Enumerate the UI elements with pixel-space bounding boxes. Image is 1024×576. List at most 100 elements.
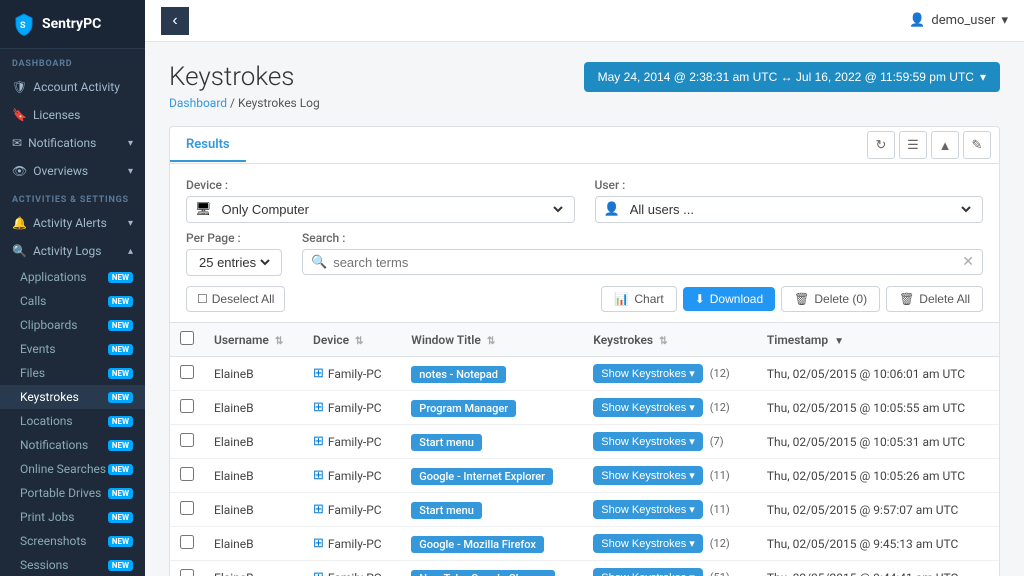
sidebar-sub-item-online-searches[interactable]: Online Searches NEW: [0, 457, 145, 481]
sub-item-label: Sessions: [20, 558, 68, 572]
timestamp-cell: Thu, 02/05/2015 @ 9:44:41 am UTC: [757, 561, 999, 576]
row-checkbox[interactable]: [180, 399, 194, 413]
sidebar-item-activity-logs[interactable]: 🔍 Activity Logs ▴: [0, 237, 145, 265]
list-view-button[interactable]: ☰: [899, 131, 927, 159]
user-filter-group: User : 👤 All users ...: [595, 178, 984, 223]
clear-search-button[interactable]: ✕: [962, 254, 974, 270]
sort-icon[interactable]: ⇅: [275, 336, 283, 347]
table-header: Username ⇅ Device ⇅ Window Title ⇅ Keyst…: [170, 323, 999, 357]
windows-icon: ⊞: [313, 570, 324, 576]
deselect-all-button[interactable]: ☐ Deselect All: [186, 286, 285, 312]
timestamp-cell: Thu, 02/05/2015 @ 10:05:31 am UTC: [757, 425, 999, 459]
sidebar-item-notifications[interactable]: ✉ Notifications ▾: [0, 129, 145, 157]
row-checkbox[interactable]: [180, 467, 194, 481]
row-checkbox[interactable]: [180, 501, 194, 515]
show-keystrokes-button[interactable]: Show Keystrokes ▾: [593, 432, 703, 451]
device-cell: ⊞ Family-PC: [303, 561, 401, 576]
row-checkbox-cell[interactable]: [170, 493, 204, 527]
row-checkbox[interactable]: [180, 365, 194, 379]
row-checkbox-cell[interactable]: [170, 459, 204, 493]
delete-all-button[interactable]: 🗑 Delete All: [886, 286, 983, 312]
keystrokes-cell: Show Keystrokes ▾ (12): [583, 357, 757, 391]
sidebar-sub-item-locations[interactable]: Locations NEW: [0, 409, 145, 433]
row-checkbox-cell[interactable]: [170, 357, 204, 391]
show-keystrokes-button[interactable]: Show Keystrokes ▾: [593, 466, 703, 485]
show-keystrokes-button[interactable]: Show Keystrokes ▾: [593, 398, 703, 417]
user-menu[interactable]: 👤 demo_user ▾: [909, 13, 1008, 28]
mail-icon: ✉: [12, 136, 22, 150]
sidebar-sub-item-applications[interactable]: Applications NEW: [0, 265, 145, 289]
svg-text:S: S: [20, 21, 26, 31]
row-checkbox-cell[interactable]: [170, 425, 204, 459]
row-checkbox-cell[interactable]: [170, 561, 204, 576]
windows-icon: ⊞: [313, 400, 324, 415]
sidebar-sub-item-screenshots[interactable]: Screenshots NEW: [0, 529, 145, 553]
download-button[interactable]: ⬇ Download: [683, 287, 775, 311]
search-filter-group: Search : 🔍 ✕: [302, 231, 983, 276]
main-content: ‹ 👤 demo_user ▾ Keystrokes Dashboard / K…: [145, 0, 1024, 576]
sidebar-sub-item-files[interactable]: Files NEW: [0, 361, 145, 385]
breadcrumb-current: Keystrokes Log: [238, 96, 320, 110]
table-row: ElaineB ⊞ Family-PC Start menu Show Keys…: [170, 425, 999, 459]
breadcrumb-home[interactable]: Dashboard: [169, 96, 227, 110]
device-cell: ⊞ Family-PC: [303, 425, 401, 459]
sidebar-sub-item-clipboards[interactable]: Clipboards NEW: [0, 313, 145, 337]
show-keystrokes-button[interactable]: Show Keystrokes ▾: [593, 568, 703, 576]
edit-button[interactable]: ✎: [963, 131, 991, 159]
sort-icon[interactable]: ⇅: [355, 336, 363, 347]
select-all-checkbox[interactable]: [180, 331, 194, 345]
select-all-header[interactable]: [170, 323, 204, 357]
app-name: SentryPC: [42, 16, 101, 32]
timestamp-cell: Thu, 02/05/2015 @ 10:05:55 am UTC: [757, 391, 999, 425]
device-cell: ⊞ Family-PC: [303, 527, 401, 561]
sort-icon[interactable]: ⇅: [487, 336, 495, 347]
user-select[interactable]: All users ...: [626, 201, 974, 218]
sidebar-sub-item-notifications-log[interactable]: Notifications NEW: [0, 433, 145, 457]
results-tab-group: Results: [170, 129, 246, 161]
sidebar-sub-item-calls[interactable]: Calls NEW: [0, 289, 145, 313]
chart-button[interactable]: 📊 Chart: [601, 286, 676, 312]
show-keystrokes-button[interactable]: Show Keystrokes ▾: [593, 500, 703, 519]
window-title-badge: Google - Internet Explorer: [411, 468, 553, 485]
sidebar-sub-item-keystrokes[interactable]: Keystrokes NEW: [0, 385, 145, 409]
row-checkbox[interactable]: [180, 535, 194, 549]
device-select[interactable]: Only Computer: [218, 201, 566, 218]
device-filter-group: Device : 🖥 Only Computer: [186, 178, 575, 223]
logo-icon: S: [12, 12, 36, 36]
window-title-cell: Google - Internet Explorer: [401, 459, 583, 493]
new-badge: NEW: [108, 344, 133, 355]
sort-icon[interactable]: ⇅: [659, 336, 667, 347]
chevron-down-icon: ▾: [689, 367, 695, 380]
sidebar-toggle-button[interactable]: ‹: [161, 7, 189, 35]
date-range-button[interactable]: May 24, 2014 @ 2:38:31 am UTC ↔ Jul 16, …: [584, 62, 1000, 92]
refresh-button[interactable]: ↻: [867, 131, 895, 159]
sidebar-sub-item-print-jobs[interactable]: Print Jobs NEW: [0, 505, 145, 529]
row-checkbox-cell[interactable]: [170, 527, 204, 561]
row-checkbox[interactable]: [180, 569, 194, 576]
sort-icon[interactable]: ▼: [834, 336, 844, 347]
sidebar-item-overviews[interactable]: 👁 Overviews ▾: [0, 157, 145, 185]
show-keystrokes-button[interactable]: Show Keystrokes ▾: [593, 534, 703, 553]
tab-results[interactable]: Results: [170, 129, 246, 162]
delete-button[interactable]: 🗑 Delete (0): [781, 286, 880, 312]
window-title-badge: New Tab - Google Chrome: [411, 570, 555, 576]
sidebar-sub-item-events[interactable]: Events NEW: [0, 337, 145, 361]
collapse-button[interactable]: ▲: [931, 131, 959, 159]
per-page-select[interactable]: 25 entries: [195, 254, 273, 271]
sidebar-item-account-activity[interactable]: 🛡 Account Activity: [0, 73, 145, 101]
row-checkbox[interactable]: [180, 433, 194, 447]
search-input[interactable]: [333, 255, 956, 270]
keystrokes-cell: Show Keystrokes ▾ (12): [583, 391, 757, 425]
chevron-down-icon: ▾: [689, 435, 695, 448]
sidebar-item-licenses[interactable]: 🔖 Licenses: [0, 101, 145, 129]
sidebar-sub-item-portable-drives[interactable]: Portable Drives NEW: [0, 481, 145, 505]
toolbar-actions: ↻ ☰ ▲ ✎: [859, 127, 999, 163]
show-keystrokes-button[interactable]: Show Keystrokes ▾: [593, 364, 703, 383]
table-body: ElaineB ⊞ Family-PC notes - Notepad Show…: [170, 357, 999, 576]
sidebar-item-activity-alerts[interactable]: 🔔 Activity Alerts ▾: [0, 209, 145, 237]
trash-icon: 🗑: [899, 292, 914, 306]
sidebar-sub-item-sessions[interactable]: Sessions NEW: [0, 553, 145, 576]
breadcrumb-separator: /: [230, 96, 238, 110]
row-checkbox-cell[interactable]: [170, 391, 204, 425]
chevron-down-icon: ▾: [689, 469, 695, 482]
